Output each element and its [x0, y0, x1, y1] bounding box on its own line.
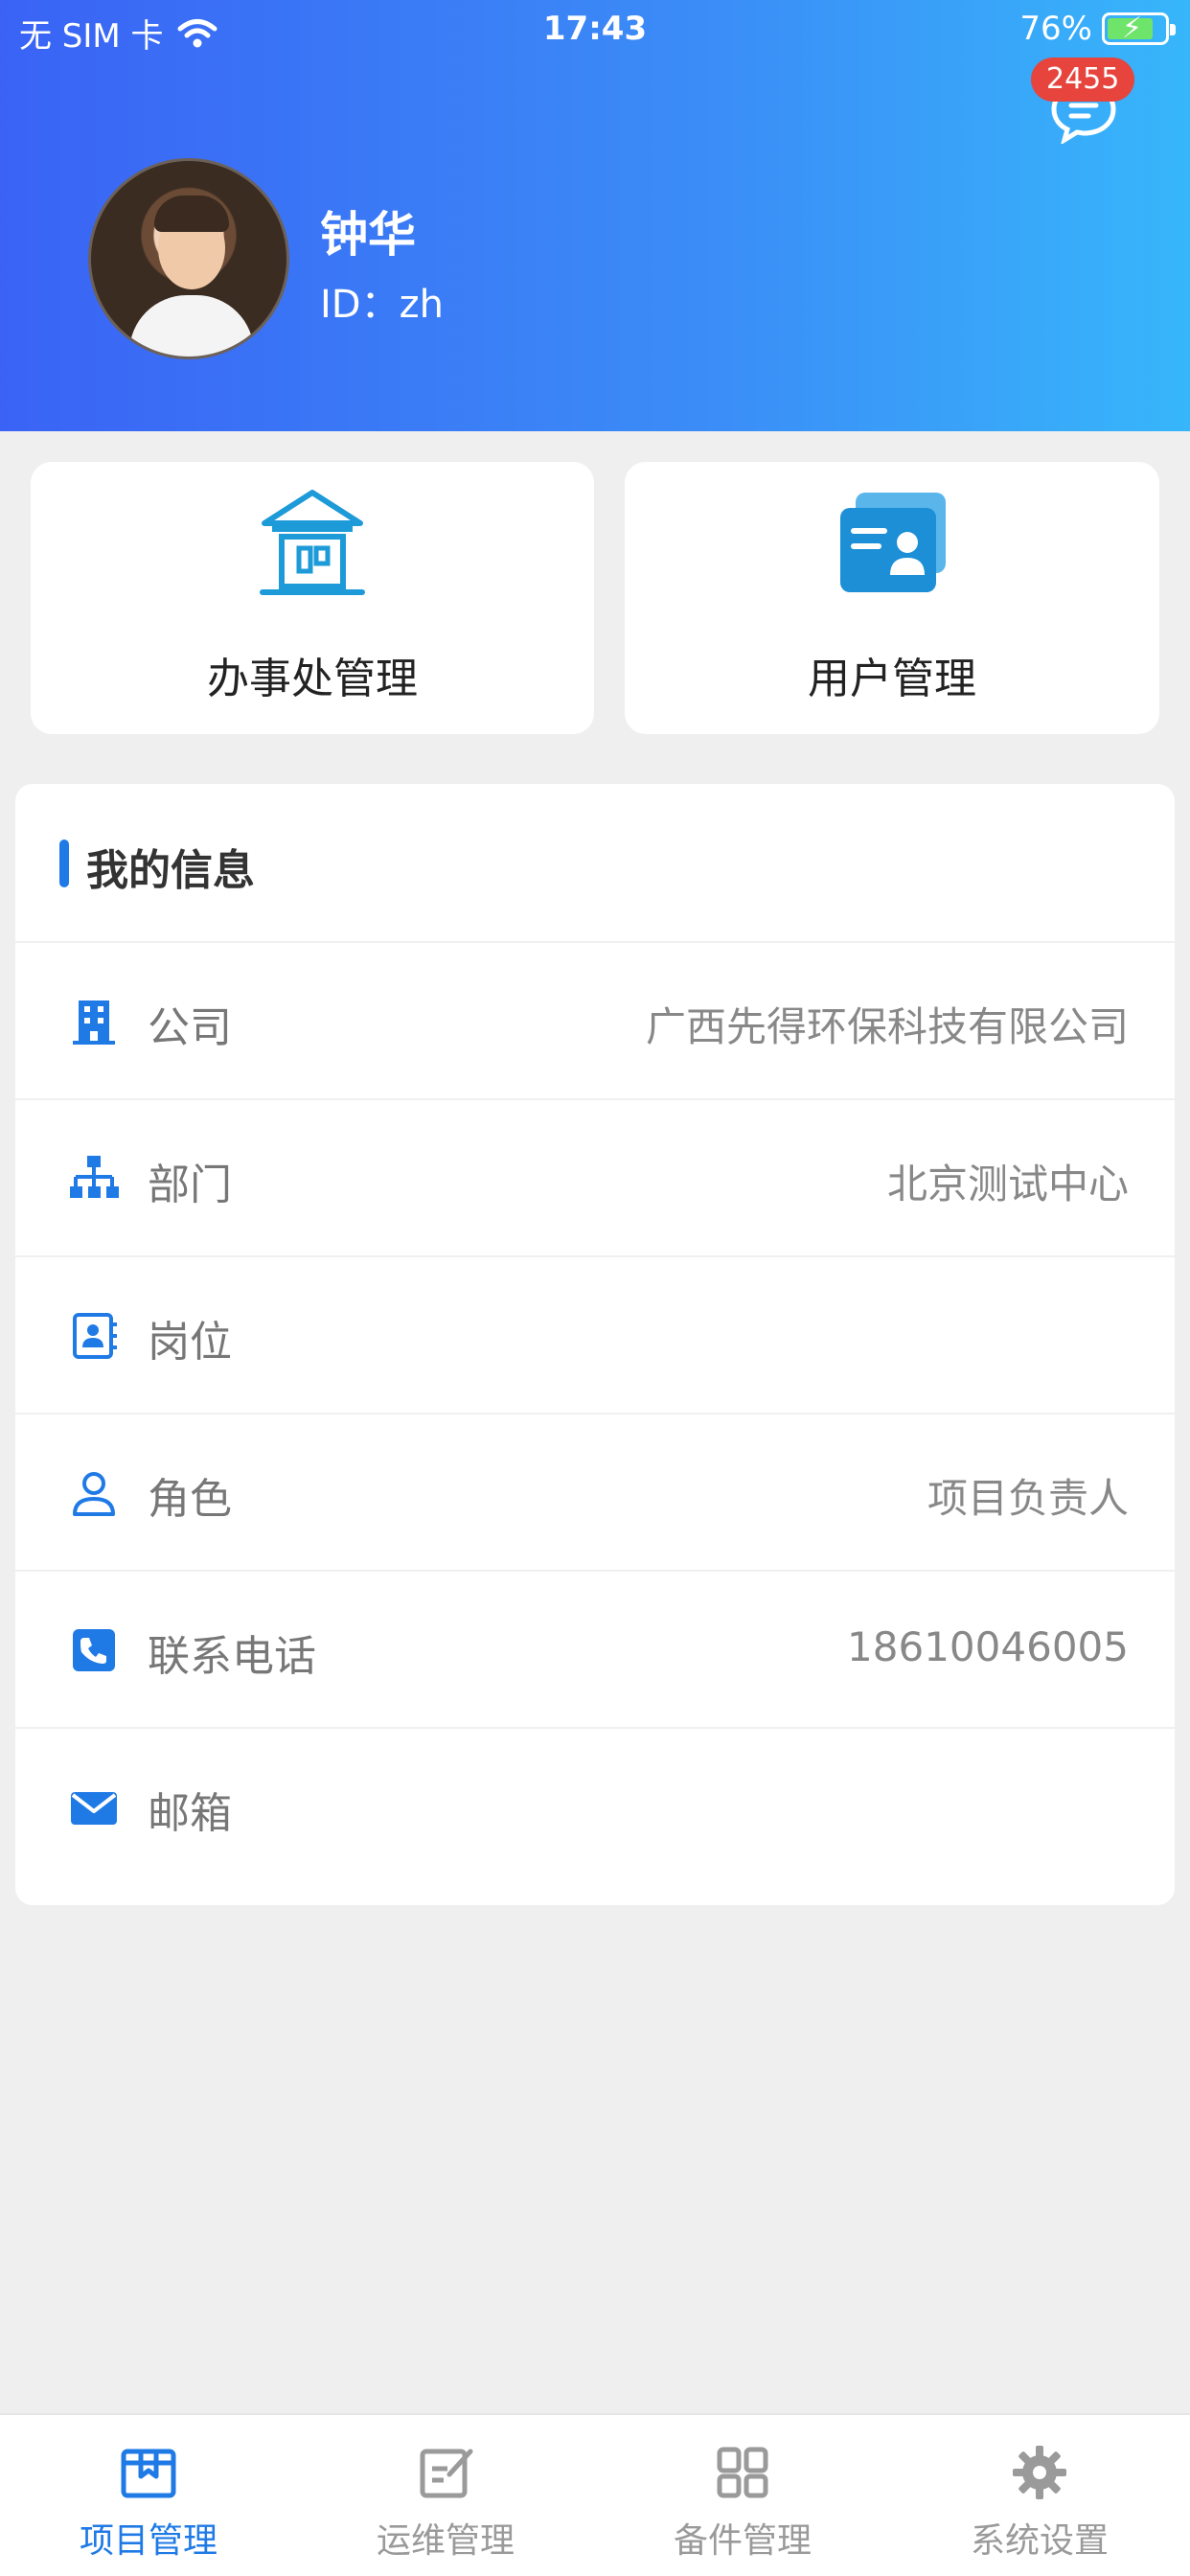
org-chart-icon	[70, 1156, 119, 1198]
my-info-title: 我的信息	[59, 836, 255, 897]
position-label: 岗位	[148, 1318, 232, 1367]
tab-project-label: 项目管理	[79, 2521, 217, 2561]
user-management-label: 用户管理	[808, 655, 976, 703]
grid-icon	[717, 2447, 768, 2498]
project-icon	[121, 2449, 176, 2498]
user-id: ID：zh	[320, 283, 444, 327]
email-label: 邮箱	[148, 1789, 232, 1838]
info-row-email[interactable]: 邮箱	[15, 1727, 1175, 1884]
office-management-label: 办事处管理	[207, 655, 418, 703]
tab-spare-parts-label: 备件管理	[673, 2521, 812, 2561]
message-count-badge: 2455	[1031, 58, 1135, 102]
phone-label: 联系电话	[148, 1632, 316, 1681]
status-bar: 无 SIM 卡 17:43 76% ⚡	[0, 0, 1190, 61]
contact-book-icon	[73, 1313, 117, 1359]
company-label: 公司	[148, 1003, 232, 1052]
battery-status: 76% ⚡	[1019, 10, 1176, 48]
user-card-icon	[840, 493, 946, 592]
info-row-department[interactable]: 部门 北京测试中心	[15, 1098, 1175, 1255]
phone-value: 18610046005	[847, 1623, 1129, 1670]
battery-icon: ⚡	[1102, 12, 1176, 45]
tab-spare-parts-management[interactable]: 备件管理	[594, 2415, 891, 2576]
company-value: 广西先得环保科技有限公司	[645, 1003, 1129, 1050]
info-row-phone[interactable]: 联系电话 18610046005	[15, 1570, 1175, 1727]
bottom-tab-bar: 项目管理 运维管理 备件管理 系统设置	[0, 2413, 1190, 2576]
status-time: 17:43	[542, 10, 648, 48]
phone-icon	[73, 1629, 115, 1671]
user-name: 钟华	[320, 207, 416, 263]
tab-project-management[interactable]: 项目管理	[0, 2415, 297, 2576]
gear-icon	[1013, 2446, 1066, 2499]
tab-maintenance-management[interactable]: 运维管理	[297, 2415, 594, 2576]
info-row-role[interactable]: 角色 项目负责人	[15, 1413, 1175, 1570]
tab-settings-label: 系统设置	[970, 2521, 1109, 2561]
role-value: 项目负责人	[927, 1475, 1129, 1522]
mail-icon	[71, 1792, 117, 1825]
office-management-card[interactable]: 办事处管理	[31, 462, 594, 734]
info-row-position[interactable]: 岗位	[15, 1255, 1175, 1413]
profile-screen: 无 SIM 卡 17:43 76% ⚡ 2455 钟华 ID：zh 办事处管理 …	[0, 0, 1190, 2576]
person-icon	[73, 1472, 115, 1516]
my-info-panel: 我的信息 公司 广西先得环保科技有限公司 部门 北京测试中心 岗位 角色 项目负…	[15, 784, 1175, 1905]
tab-maintenance-label: 运维管理	[376, 2521, 515, 2561]
tab-system-settings[interactable]: 系统设置	[891, 2415, 1188, 2576]
avatar[interactable]	[88, 158, 289, 359]
office-building-icon	[260, 490, 365, 595]
battery-percent: 76%	[1019, 10, 1092, 48]
edit-icon	[420, 2449, 473, 2498]
company-building-icon	[73, 1000, 115, 1045]
role-label: 角色	[148, 1475, 232, 1524]
department-label: 部门	[148, 1161, 232, 1209]
department-value: 北京测试中心	[886, 1161, 1129, 1208]
info-row-company[interactable]: 公司 广西先得环保科技有限公司	[15, 941, 1175, 1098]
profile-header: 无 SIM 卡 17:43 76% ⚡ 2455 钟华 ID：zh	[0, 0, 1190, 431]
user-management-card[interactable]: 用户管理	[625, 462, 1159, 734]
